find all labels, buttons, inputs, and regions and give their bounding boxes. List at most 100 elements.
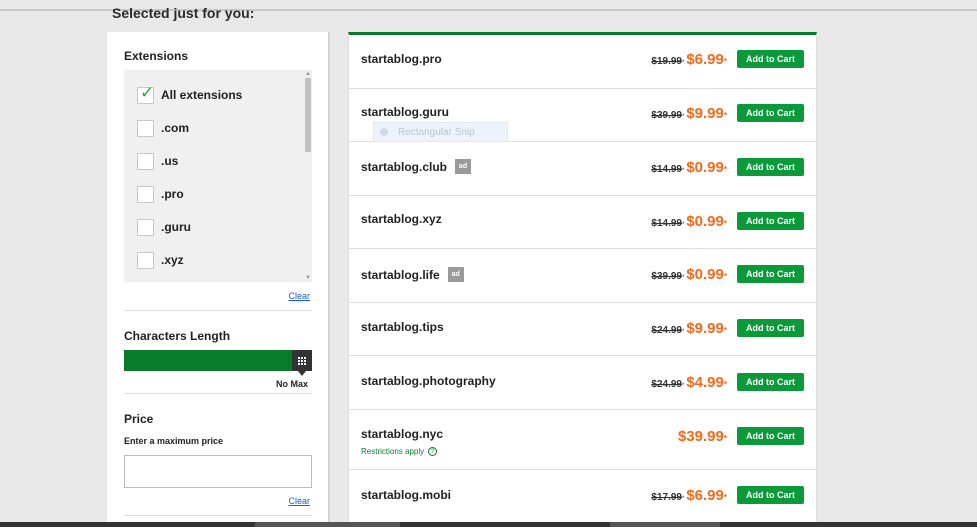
slider-handle[interactable]	[292, 350, 312, 376]
domain-name: startablog.photography	[361, 374, 496, 388]
restrictions-text: Restrictions apply	[361, 447, 425, 456]
scrollbar-thumb[interactable]	[305, 78, 311, 152]
add-to-cart-button[interactable]: Add to Cart	[737, 486, 804, 504]
price-subtitle: Enter a maximum price	[124, 436, 224, 446]
domain-name: startablog.xyz	[361, 212, 442, 226]
divider	[124, 515, 312, 516]
add-to-cart-button[interactable]: Add to Cart	[737, 50, 804, 68]
old-price: $19.99	[651, 56, 682, 67]
result-row: startablog.life ad $39.99 * $0.99 * Add to …	[349, 249, 816, 303]
old-price: $14.99	[651, 218, 682, 229]
add-to-cart-button[interactable]: Add to Cart	[737, 373, 804, 391]
extension-checkbox-pro[interactable]	[137, 185, 154, 203]
extension-option-pro[interactable]: .pro	[137, 185, 184, 203]
snip-icon	[380, 128, 388, 136]
extension-checkbox-all[interactable]: ✓	[137, 82, 155, 104]
domain-text: startablog.photography	[361, 374, 496, 388]
new-price: $9.99	[686, 320, 724, 337]
asterisk: *	[723, 272, 727, 281]
asterisk: *	[723, 219, 727, 228]
asterisk: *	[681, 496, 685, 502]
characters-length-slider[interactable]	[124, 350, 312, 376]
new-price: $39.99	[677, 428, 724, 445]
extension-label: .guru	[161, 220, 191, 234]
scroll-down-icon[interactable]: ▼	[304, 274, 312, 282]
domain-text: startablog.tips	[361, 320, 444, 334]
ad-badge: ad	[447, 267, 464, 282]
price-block: $39.99 * $9.99 *	[651, 105, 727, 122]
domain-results-list: startablog.pro $19.99 * $6.99 * Add to Car…	[348, 32, 817, 527]
new-price: $6.99	[686, 51, 724, 68]
asterisk: *	[681, 114, 685, 120]
domain-name: startablog.guru	[361, 105, 449, 119]
extension-option-guru[interactable]: .guru	[137, 218, 191, 236]
asterisk: *	[723, 165, 727, 174]
asterisk: *	[723, 57, 727, 66]
price-block: $24.99 * $4.99 *	[651, 374, 727, 391]
extension-checkbox-guru[interactable]	[137, 218, 154, 236]
extension-label: .xyz	[161, 253, 184, 267]
price-title: Price	[124, 412, 154, 426]
max-price-input[interactable]	[124, 455, 312, 488]
asterisk: *	[723, 111, 727, 120]
domain-text: startablog.pro	[361, 52, 442, 66]
add-to-cart-button[interactable]: Add to Cart	[737, 158, 804, 176]
extension-option-com[interactable]: .com	[137, 119, 189, 137]
taskbar-edge	[0, 522, 977, 527]
asterisk: *	[681, 383, 685, 389]
domain-text: startablog.life	[361, 267, 440, 282]
snip-tooltip: Rectangular Snip	[373, 122, 508, 142]
extension-checkbox-xyz[interactable]	[137, 251, 154, 269]
extension-checkbox-us[interactable]	[137, 152, 154, 170]
add-to-cart-button[interactable]: Add to Cart	[737, 104, 804, 122]
extension-option-all[interactable]: ✓ All extensions	[137, 82, 243, 104]
grid-icon	[298, 356, 306, 365]
ad-badge: ad	[455, 159, 472, 174]
add-to-cart-button[interactable]: Add to Cart	[737, 319, 804, 337]
domain-text: startablog.xyz	[361, 212, 442, 226]
new-price: $4.99	[686, 374, 724, 391]
domain-name: startablog.pro	[361, 52, 442, 66]
checkmark-icon: ✓	[140, 82, 155, 102]
price-block: $19.99 * $6.99 *	[651, 51, 727, 68]
result-row: startablog.photography $24.99 * $4.99 * Ad…	[349, 356, 816, 410]
price-clear-link[interactable]: Clear	[288, 496, 310, 506]
scroll-up-icon[interactable]: ▲	[304, 70, 312, 78]
extensions-list[interactable]: ✓ All extensions .com .us .pro .guru .xy…	[124, 70, 312, 282]
domain-name: startablog.club ad	[361, 159, 472, 174]
asterisk: *	[723, 326, 727, 335]
asterisk: *	[681, 168, 685, 174]
old-price: $17.99	[651, 492, 682, 503]
domain-name: startablog.mobi	[361, 488, 451, 502]
result-row: startablog.nyc Restrictions apply? $39.9…	[349, 410, 816, 470]
domain-text: startablog.club	[361, 159, 448, 174]
asterisk: *	[681, 222, 685, 228]
add-to-cart-button[interactable]: Add to Cart	[737, 212, 804, 230]
divider	[124, 310, 312, 311]
price-block: $39.99 * $0.99 *	[651, 266, 727, 283]
filter-sidebar: Extensions ✓ All extensions .com .us .pr…	[107, 32, 330, 527]
extensions-scrollbar[interactable]: ▲ ▼	[304, 70, 312, 282]
question-circle-icon[interactable]: ?	[428, 447, 438, 456]
domain-name: startablog.tips	[361, 320, 444, 334]
extension-label: .us	[161, 154, 179, 168]
new-price: $0.99	[686, 213, 724, 230]
domain-text: startablog.guru	[361, 105, 450, 119]
new-price: $0.99	[686, 159, 724, 176]
extension-option-xyz[interactable]: .xyz	[137, 251, 184, 269]
old-price: $39.99	[651, 110, 682, 121]
price-block: $24.99 * $9.99 *	[651, 320, 727, 337]
domain-text: startablog.mobi	[361, 488, 452, 502]
asterisk: *	[723, 380, 727, 389]
extensions-clear-link[interactable]: Clear	[288, 291, 310, 301]
extension-option-us[interactable]: .us	[137, 152, 178, 170]
add-to-cart-button[interactable]: Add to Cart	[737, 427, 804, 445]
asterisk: *	[681, 329, 685, 335]
add-to-cart-button[interactable]: Add to Cart	[737, 265, 804, 283]
extension-label: All extensions	[161, 88, 243, 102]
old-price: $24.99	[651, 325, 682, 336]
length-max-label: No Max	[275, 379, 308, 389]
extension-checkbox-com[interactable]	[137, 119, 154, 137]
result-row: startablog.club ad $14.99 * $0.99 * Add to …	[349, 142, 816, 196]
restrictions-note[interactable]: Restrictions apply?	[361, 447, 438, 456]
